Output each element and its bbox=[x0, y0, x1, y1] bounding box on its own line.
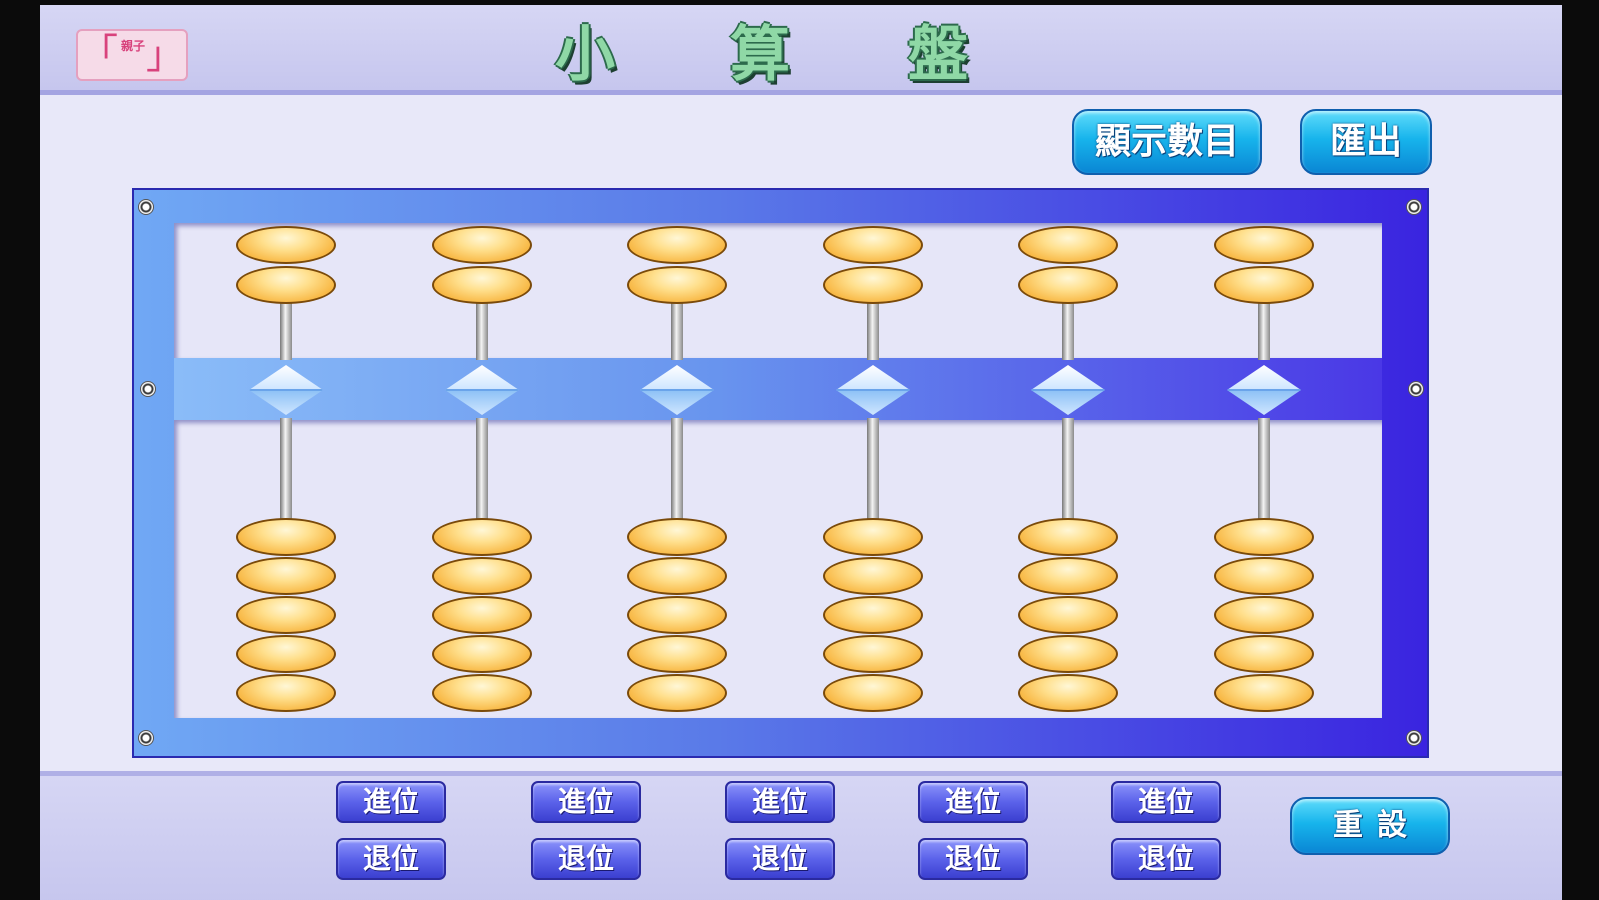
lower-bead[interactable] bbox=[236, 635, 336, 673]
rivet-icon bbox=[1406, 730, 1422, 746]
lower-deck bbox=[174, 420, 1382, 718]
lower-bead[interactable] bbox=[432, 635, 532, 673]
logo: 「 親子 」 bbox=[76, 29, 188, 81]
rod bbox=[1258, 418, 1270, 522]
title-char: 盤 bbox=[908, 20, 968, 90]
upper-bead[interactable] bbox=[236, 266, 336, 304]
rod bbox=[280, 300, 292, 360]
lower-bead[interactable] bbox=[432, 518, 532, 556]
lower-bead[interactable] bbox=[627, 635, 727, 673]
borrow-button[interactable]: 退位 bbox=[336, 838, 446, 880]
title-bar: 「 親子 」 小 算 盤 bbox=[40, 5, 1562, 95]
lower-bead[interactable] bbox=[1018, 596, 1118, 634]
upper-bead[interactable] bbox=[432, 226, 532, 264]
lower-bead[interactable] bbox=[1214, 674, 1314, 712]
rod bbox=[476, 418, 488, 522]
lower-bead[interactable] bbox=[236, 674, 336, 712]
carry-button[interactable]: 進位 bbox=[725, 781, 835, 823]
borrow-button[interactable]: 退位 bbox=[531, 838, 641, 880]
lower-bead[interactable] bbox=[432, 596, 532, 634]
rod bbox=[671, 418, 683, 522]
lower-bead[interactable] bbox=[627, 557, 727, 595]
lower-bead[interactable] bbox=[627, 518, 727, 556]
logo-text: 親子 bbox=[120, 39, 145, 53]
upper-bead[interactable] bbox=[236, 226, 336, 264]
lower-bead[interactable] bbox=[1018, 557, 1118, 595]
borrow-button[interactable]: 退位 bbox=[918, 838, 1028, 880]
upper-bead[interactable] bbox=[1018, 226, 1118, 264]
upper-deck bbox=[174, 223, 1382, 358]
rod bbox=[671, 300, 683, 360]
carry-button[interactable]: 進位 bbox=[531, 781, 641, 823]
abacus-frame bbox=[132, 188, 1429, 758]
rod bbox=[1062, 300, 1074, 360]
rod bbox=[867, 418, 879, 522]
exit-button[interactable]: 匯出 bbox=[1300, 109, 1432, 175]
lower-bead[interactable] bbox=[1018, 674, 1118, 712]
reset-button[interactable]: 重設 bbox=[1290, 797, 1450, 855]
lower-bead[interactable] bbox=[627, 674, 727, 712]
lower-bead[interactable] bbox=[236, 518, 336, 556]
logo-bracket-right: 」 bbox=[145, 33, 184, 77]
lower-bead[interactable] bbox=[823, 518, 923, 556]
upper-bead[interactable] bbox=[823, 266, 923, 304]
lower-bead[interactable] bbox=[823, 635, 923, 673]
lower-bead[interactable] bbox=[627, 596, 727, 634]
rivet-icon bbox=[140, 381, 156, 397]
lower-bead[interactable] bbox=[1018, 518, 1118, 556]
lower-bead[interactable] bbox=[236, 557, 336, 595]
abacus-app: 「 親子 」 小 算 盤 顯示數目 匯出 進位 進位 進位 進位 進位 退位 退… bbox=[40, 5, 1562, 900]
lower-bead[interactable] bbox=[1214, 596, 1314, 634]
upper-bead[interactable] bbox=[823, 226, 923, 264]
rod bbox=[867, 300, 879, 360]
lower-bead[interactable] bbox=[432, 557, 532, 595]
lower-bead[interactable] bbox=[1018, 635, 1118, 673]
rod bbox=[476, 300, 488, 360]
borrow-button[interactable]: 退位 bbox=[725, 838, 835, 880]
rod bbox=[1258, 300, 1270, 360]
carry-button[interactable]: 進位 bbox=[918, 781, 1028, 823]
borrow-button[interactable]: 退位 bbox=[1111, 838, 1221, 880]
lower-bead[interactable] bbox=[823, 557, 923, 595]
title-char: 算 bbox=[730, 20, 790, 90]
reckoning-bar bbox=[174, 358, 1382, 420]
upper-bead[interactable] bbox=[1214, 226, 1314, 264]
rod bbox=[1062, 418, 1074, 522]
lower-bead[interactable] bbox=[1214, 518, 1314, 556]
rivet-icon bbox=[1408, 381, 1424, 397]
lower-bead[interactable] bbox=[823, 674, 923, 712]
upper-bead[interactable] bbox=[1018, 266, 1118, 304]
lower-bead[interactable] bbox=[236, 596, 336, 634]
upper-bead[interactable] bbox=[432, 266, 532, 304]
upper-bead[interactable] bbox=[1214, 266, 1314, 304]
carry-button[interactable]: 進位 bbox=[1111, 781, 1221, 823]
rivet-icon bbox=[138, 199, 154, 215]
rivet-icon bbox=[1406, 199, 1422, 215]
lower-bead[interactable] bbox=[1214, 635, 1314, 673]
upper-bead[interactable] bbox=[627, 226, 727, 264]
lower-bead[interactable] bbox=[1214, 557, 1314, 595]
upper-bead[interactable] bbox=[627, 266, 727, 304]
lower-bead[interactable] bbox=[432, 674, 532, 712]
logo-bracket-left: 「 bbox=[80, 31, 119, 75]
lower-bead[interactable] bbox=[823, 596, 923, 634]
show-number-button[interactable]: 顯示數目 bbox=[1072, 109, 1262, 175]
carry-button[interactable]: 進位 bbox=[336, 781, 446, 823]
title-char: 小 bbox=[555, 20, 615, 90]
rod bbox=[280, 418, 292, 522]
rivet-icon bbox=[138, 730, 154, 746]
